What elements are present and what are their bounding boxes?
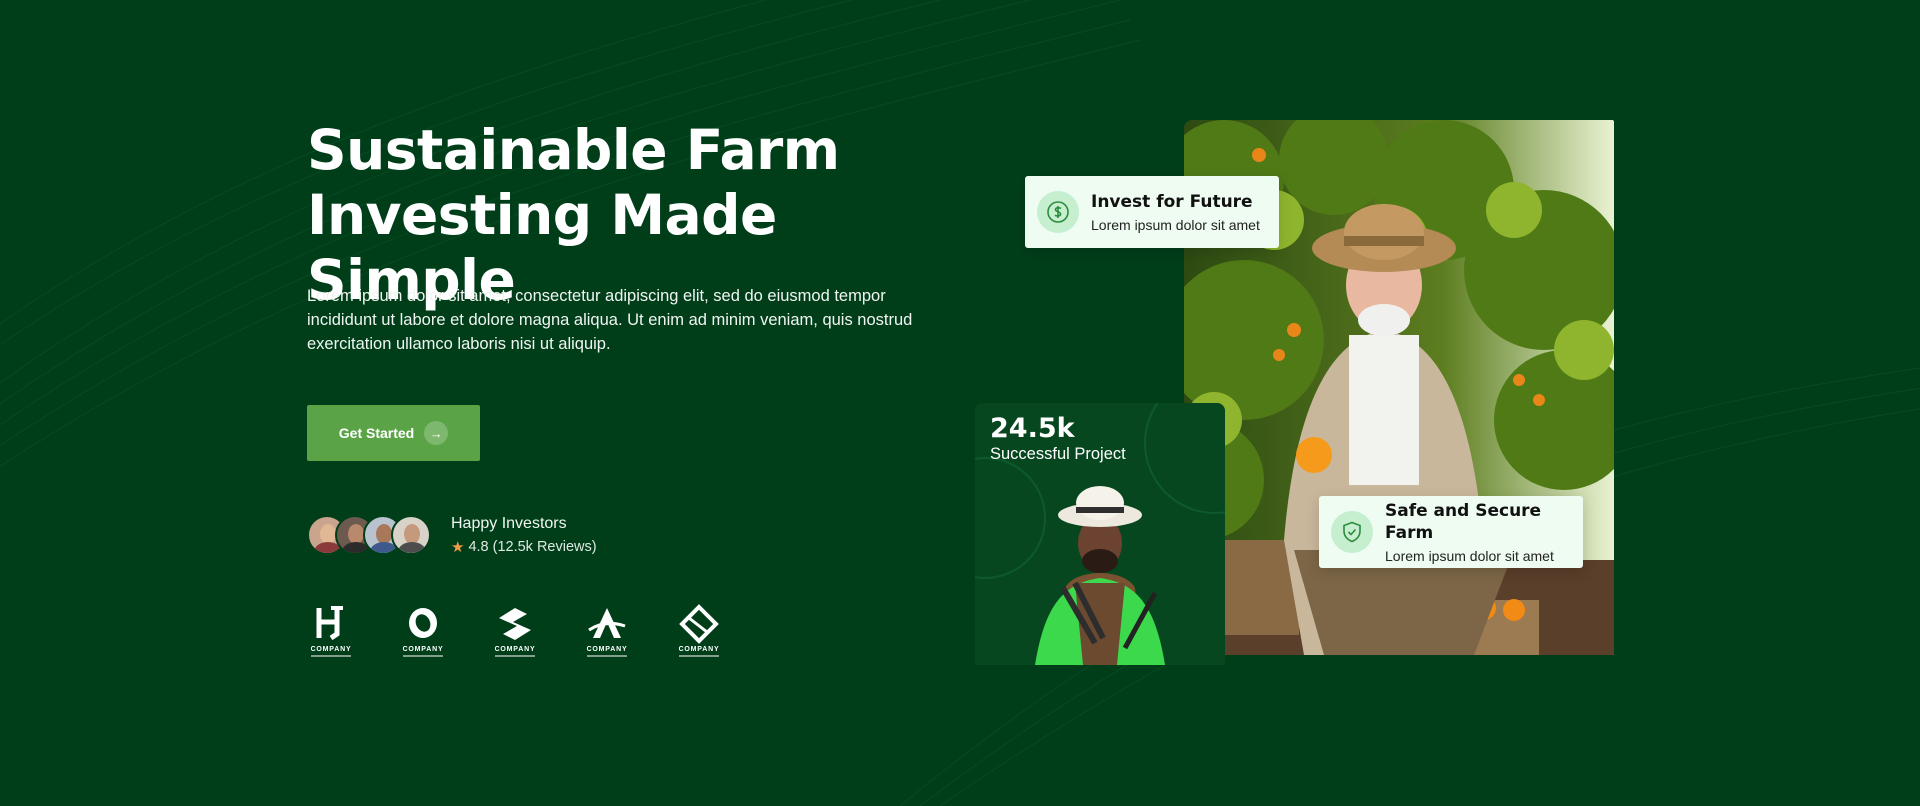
safe-card-subtitle: Lorem ipsum dolor sit amet <box>1385 548 1554 564</box>
company-logo-o: COMPANY <box>399 604 447 659</box>
successful-project-card: 24.5k Successful Project <box>975 403 1225 665</box>
logo-word: COMPANY <box>678 646 720 653</box>
stat-label: Successful Project <box>990 445 1126 463</box>
logo-word: COMPANY <box>586 646 628 653</box>
get-started-label: Get Started <box>338 425 415 441</box>
company-logo-h: COMPANY <box>307 604 355 659</box>
logo-word: COMPANY <box>402 646 444 653</box>
investors-text: Happy Investors ★ 4.8 (12.5k Reviews) <box>451 514 597 556</box>
arrow-right-icon: → <box>424 421 449 445</box>
investors-title: Happy Investors <box>451 515 567 532</box>
invest-for-future-card: Invest for Future Lorem ipsum dolor sit … <box>1025 176 1279 248</box>
stat-value: 24.5k <box>990 413 1075 444</box>
investor-avatars <box>307 515 431 555</box>
hero-title-line-1: Sustainable Farm <box>307 118 840 182</box>
company-logo-diamond: COMPANY <box>675 604 723 659</box>
invest-card-subtitle: Lorem ipsum dolor sit amet <box>1091 217 1260 233</box>
dollar-icon <box>1037 191 1079 233</box>
logo-word: COMPANY <box>310 646 352 653</box>
invest-card-title: Invest for Future <box>1091 192 1253 212</box>
avatar <box>391 515 431 555</box>
happy-investors: Happy Investors ★ 4.8 (12.5k Reviews) <box>307 514 597 556</box>
safe-secure-farm-card: Safe and Secure Farm Lorem ipsum dolor s… <box>1319 496 1583 568</box>
safe-card-title: Safe and Secure Farm <box>1385 501 1542 543</box>
partner-logos: COMPANY COMPANY COMPANY COMPANY COMPANY <box>307 604 723 659</box>
rating-value: 4.8 <box>468 539 489 555</box>
shield-check-icon <box>1331 511 1373 553</box>
logo-word: COMPANY <box>494 646 536 653</box>
star-icon: ★ <box>451 539 465 556</box>
hero-description: Lorem ipsum dolor sit amet, consectetur … <box>307 287 913 353</box>
company-logo-a: COMPANY <box>583 604 631 659</box>
get-started-button[interactable]: Get Started → <box>307 405 480 461</box>
rating-reviews: (12.5k Reviews) <box>492 539 597 555</box>
company-logo-s: COMPANY <box>491 604 539 659</box>
investors-rating: ★ 4.8 (12.5k Reviews) <box>451 538 597 556</box>
